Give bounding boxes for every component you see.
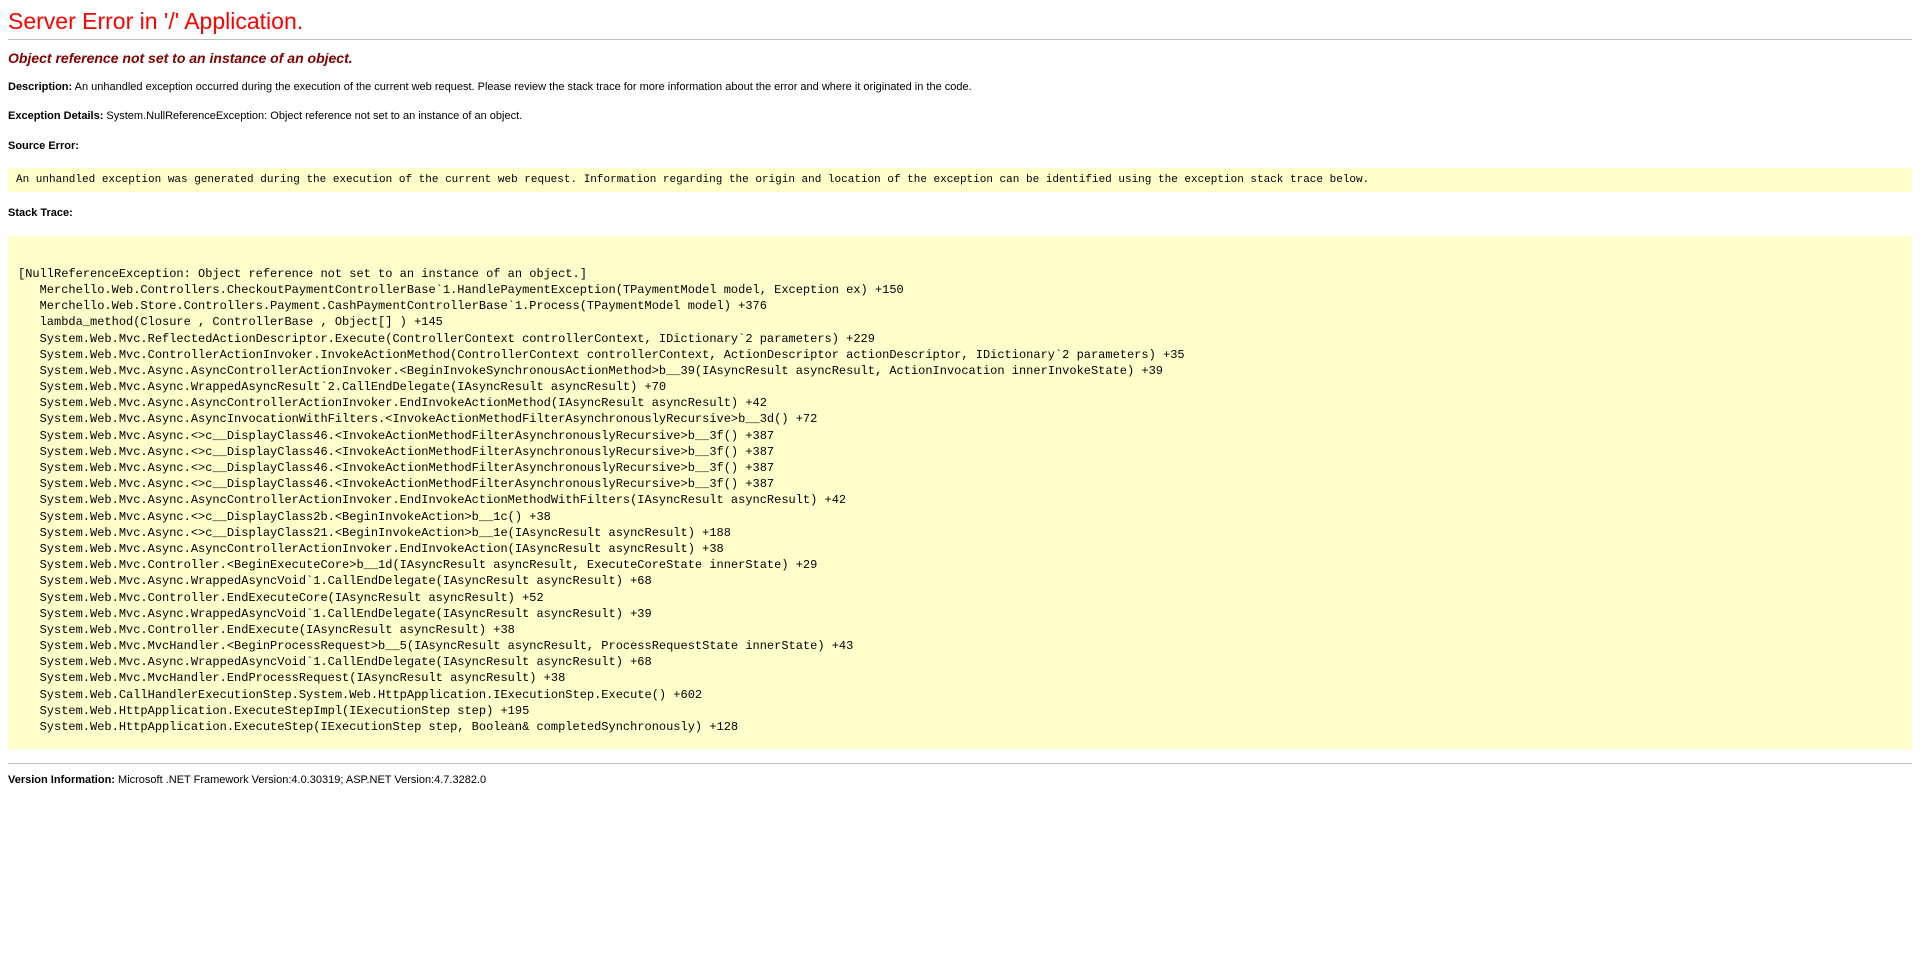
stack-trace-label: Stack Trace:	[8, 207, 73, 219]
source-error-text: An unhandled exception was generated dur…	[16, 174, 1369, 186]
divider-bottom	[8, 763, 1912, 764]
divider	[8, 39, 1912, 40]
error-title: Server Error in '/' Application.	[8, 8, 1912, 35]
exception-details-label: Exception Details:	[8, 110, 103, 122]
description-text: An unhandled exception occurred during t…	[72, 81, 971, 93]
source-error-box: An unhandled exception was generated dur…	[8, 168, 1912, 192]
stack-trace-box: [NullReferenceException: Object referenc…	[8, 236, 1912, 750]
source-error-label: Source Error:	[8, 140, 79, 152]
version-info-label: Version Information:	[8, 774, 115, 786]
description-label: Description:	[8, 81, 72, 93]
source-error-label-section: Source Error:	[8, 139, 1912, 154]
version-info-section: Version Information: Microsoft .NET Fram…	[8, 774, 1912, 786]
exception-details-section: Exception Details: System.NullReferenceE…	[8, 109, 1912, 124]
stack-trace-label-section: Stack Trace:	[8, 206, 1912, 221]
version-info-text: Microsoft .NET Framework Version:4.0.303…	[115, 774, 486, 786]
exception-subtitle: Object reference not set to an instance …	[8, 50, 1912, 66]
exception-details-text: System.NullReferenceException: Object re…	[103, 110, 522, 122]
description-section: Description: An unhandled exception occu…	[8, 80, 1912, 95]
